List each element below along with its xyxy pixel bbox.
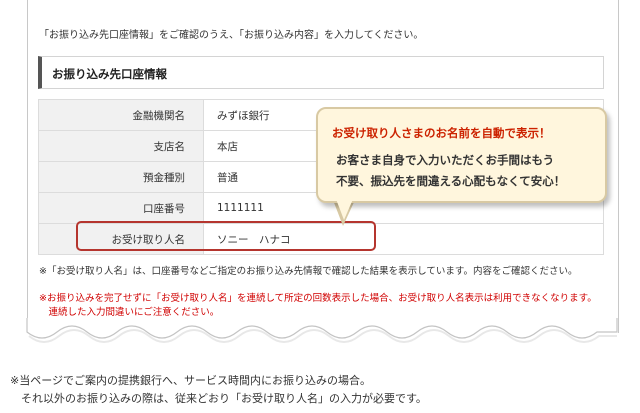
row-label-branch: 支店名 xyxy=(38,130,204,162)
warning-note-line1: ※お振り込みを完了せずに「お受け取り人名」を連続して所定の回数表示した場合、お受… xyxy=(39,293,597,304)
section-title: お振り込み先口座情報 xyxy=(52,67,167,81)
recipient-name-note: ※「お受け取り人名」は、口座番号などご指定のお振り込み先情報で確認した結果を表示… xyxy=(39,266,578,277)
callout-body-line2: 不要、振込先を間違える心配もなくて安心！ xyxy=(336,174,566,188)
footnote-line1: ※当ページでご案内の提携銀行へ、サービス時間内にお振り込みの場合。 xyxy=(10,374,371,387)
row-label-account-number: 口座番号 xyxy=(38,192,204,224)
footnote: ※当ページでご案内の提携銀行へ、サービス時間内にお振り込みの場合。 それ以外のお… xyxy=(10,372,427,408)
warning-note: ※お振り込みを完了せずに「お受け取り人名」を連続して所定の回数表示した場合、お受… xyxy=(39,292,597,320)
row-label-bank: 金融機関名 xyxy=(38,99,204,131)
section-header: お振り込み先口座情報 xyxy=(38,56,604,89)
callout-title: お受け取り人さまのお名前を自動で表示！ xyxy=(332,126,551,140)
torn-edge-wave xyxy=(26,318,618,343)
instruction-text: 「お振り込み先口座情報」をご確認のうえ、「お振り込み内容」を入力してください。 xyxy=(39,30,424,41)
row-label-account-type: 預金種別 xyxy=(38,161,204,193)
footnote-line2: それ以外のお振り込みの際は、従来どおり「お受け取り人名」の入力が必要です。 xyxy=(10,392,427,405)
callout-body: お客さま自身で入力いただくお手間はもう 不要、振込先を間違える心配もなくて安心！ xyxy=(336,150,565,192)
callout-tail-inner xyxy=(336,199,353,220)
callout-body-line1: お客さま自身で入力いただくお手間はもう xyxy=(336,153,555,167)
recipient-highlight-frame xyxy=(76,221,376,251)
